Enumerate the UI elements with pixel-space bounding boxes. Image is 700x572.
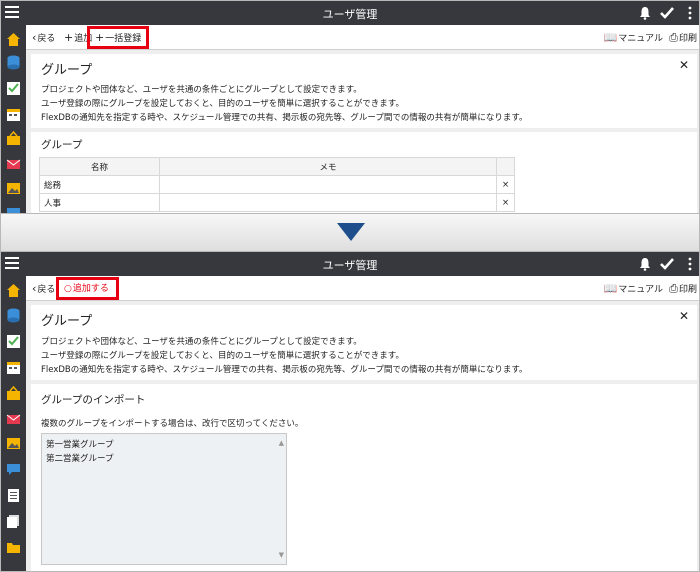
manual-label: マニュアル [618, 34, 663, 44]
todo-icon[interactable] [6, 334, 21, 349]
group-table: 名称 メモ 総務 × 人事 × [39, 157, 515, 212]
group-list-panel: グループ 名称 メモ 総務 × 人事 × [31, 132, 697, 213]
print-label: 印刷 [678, 285, 697, 295]
folder-icon[interactable] [6, 540, 21, 555]
back-button[interactable]: ‹戻る [32, 31, 55, 45]
description-panel: グループ ✕ プロジェクトや団体など、ユーザを共通の条件ごとにグループとして設定… [31, 54, 697, 128]
todo-icon[interactable] [6, 81, 21, 96]
bell-icon[interactable] [639, 257, 651, 271]
home-icon[interactable] [6, 283, 21, 298]
down-arrow-icon [337, 223, 365, 241]
mail-icon[interactable] [6, 412, 21, 427]
print-label: 印刷 [678, 34, 697, 44]
description-panel: グループ ✕ プロジェクトや団体など、ユーザを共通の条件ごとにグループとして設定… [31, 305, 697, 380]
toolbar: ‹戻る +追加 +一括登録 📖マニュアル ⎙印刷 [26, 25, 699, 50]
import-hint: 複数のグループをインポートする場合は、改行で区切ってください。 [41, 419, 304, 429]
close-icon[interactable]: ✕ [679, 58, 689, 72]
scroll-down-icon[interactable]: ▼ [279, 548, 284, 562]
screenshot-before: ユーザ管理 ‹戻る +追加 +一括登録 📖マニュアル ⎙印刷 グループ ✕ プロ… [0, 0, 700, 214]
close-icon[interactable]: ✕ [679, 309, 689, 323]
highlight-box [56, 277, 119, 300]
column-header-actions [496, 157, 515, 176]
description-line: ユーザ登録の際にグループを設定しておくと、目的のユーザを簡単に選択することができ… [41, 99, 404, 109]
description-line: ユーザ登録の際にグループを設定しておくと、目的のユーザを簡単に選択することができ… [41, 351, 404, 361]
kebab-icon[interactable] [687, 5, 693, 21]
bell-icon[interactable] [639, 6, 651, 20]
delete-icon[interactable]: × [496, 193, 515, 212]
document-icon[interactable] [6, 488, 21, 503]
mail-icon[interactable] [6, 157, 21, 172]
sidebar [1, 276, 26, 571]
screenshot-after: ユーザ管理 ‹戻る ○追加する 📖マニュアル ⎙印刷 グループ ✕ プロジェクト… [0, 251, 700, 572]
scroll-up-icon[interactable]: ▲ [279, 436, 284, 450]
photo-icon[interactable] [6, 436, 21, 451]
column-header-name: 名称 [39, 157, 160, 176]
import-textarea[interactable]: 第一営業グループ 第二営業グループ ▲ ▼ [41, 433, 287, 565]
chat-icon[interactable] [6, 462, 21, 477]
app-title: ユーザ管理 [322, 259, 378, 272]
table-header-row: 名称 メモ [39, 157, 515, 176]
files-icon[interactable] [6, 514, 21, 529]
title-bar: ユーザ管理 [1, 1, 699, 25]
transition-band [0, 214, 700, 251]
printer-icon: ⎙ [669, 31, 678, 44]
home-icon[interactable] [6, 32, 21, 47]
description-line: FlexDBの通知先を指定する時や、スケジュール管理での共有、掲示板の宛先等、グ… [41, 113, 528, 123]
plus-icon: + [64, 31, 74, 44]
import-title: グループのインポート [41, 394, 146, 406]
delete-icon[interactable]: × [496, 175, 515, 194]
back-label: 戻る [37, 285, 56, 295]
calendar-icon[interactable] [6, 107, 21, 122]
import-panel: グループのインポート 複数のグループをインポートする場合は、改行で区切ってくださ… [31, 384, 697, 571]
printer-icon: ⎙ [669, 282, 678, 295]
print-button[interactable]: ⎙印刷 [669, 31, 697, 45]
basket-icon[interactable] [6, 131, 21, 146]
kebab-icon[interactable] [687, 256, 693, 272]
check-icon[interactable] [659, 5, 675, 21]
manual-label: マニュアル [618, 285, 663, 295]
report-icon[interactable] [6, 205, 21, 214]
back-icon: ‹ [32, 282, 37, 295]
group-memo-cell [159, 193, 497, 212]
photo-icon[interactable] [6, 181, 21, 196]
group-name-cell: 総務 [39, 175, 160, 194]
sidebar [1, 25, 26, 213]
check-icon[interactable] [659, 256, 675, 272]
title-bar: ユーザ管理 [1, 252, 699, 276]
import-line: 第二営業グループ [46, 454, 114, 464]
back-label: 戻る [37, 34, 56, 44]
panel-title: グループ [41, 314, 93, 329]
table-row[interactable]: 総務 × [39, 175, 515, 194]
print-button[interactable]: ⎙印刷 [669, 282, 697, 296]
database-icon[interactable] [6, 55, 21, 70]
manual-button[interactable]: 📖マニュアル [604, 282, 663, 296]
back-icon: ‹ [32, 31, 37, 44]
description-line: FlexDBの通知先を指定する時や、スケジュール管理での共有、掲示板の宛先等、グ… [41, 365, 528, 375]
column-header-memo: メモ [159, 157, 497, 176]
panel-title: グループ [41, 63, 93, 78]
book-icon: 📖 [603, 31, 618, 44]
section-title: グループ [41, 139, 83, 151]
book-icon: 📖 [603, 282, 618, 295]
import-line: 第一営業グループ [46, 440, 114, 450]
back-button[interactable]: ‹戻る [32, 282, 55, 296]
app-title: ユーザ管理 [322, 8, 378, 21]
table-row[interactable]: 人事 × [39, 193, 515, 212]
manual-button[interactable]: 📖マニュアル [604, 31, 663, 45]
description-line: プロジェクトや団体など、ユーザを共通の条件ごとにグループとして設定できます。 [41, 85, 362, 95]
description-line: プロジェクトや団体など、ユーザを共通の条件ごとにグループとして設定できます。 [41, 337, 362, 347]
calendar-icon[interactable] [6, 360, 21, 375]
group-memo-cell [159, 175, 497, 194]
main-content: ‹戻る +追加 +一括登録 📖マニュアル ⎙印刷 グループ ✕ プロジェクトや団… [26, 25, 699, 213]
highlight-box [87, 26, 149, 49]
basket-icon[interactable] [6, 386, 21, 401]
group-name-cell: 人事 [39, 193, 160, 212]
database-icon[interactable] [6, 308, 21, 323]
toolbar: ‹戻る ○追加する 📖マニュアル ⎙印刷 [26, 276, 699, 301]
main-content: ‹戻る ○追加する 📖マニュアル ⎙印刷 グループ ✕ プロジェクトや団体など、… [26, 276, 699, 571]
